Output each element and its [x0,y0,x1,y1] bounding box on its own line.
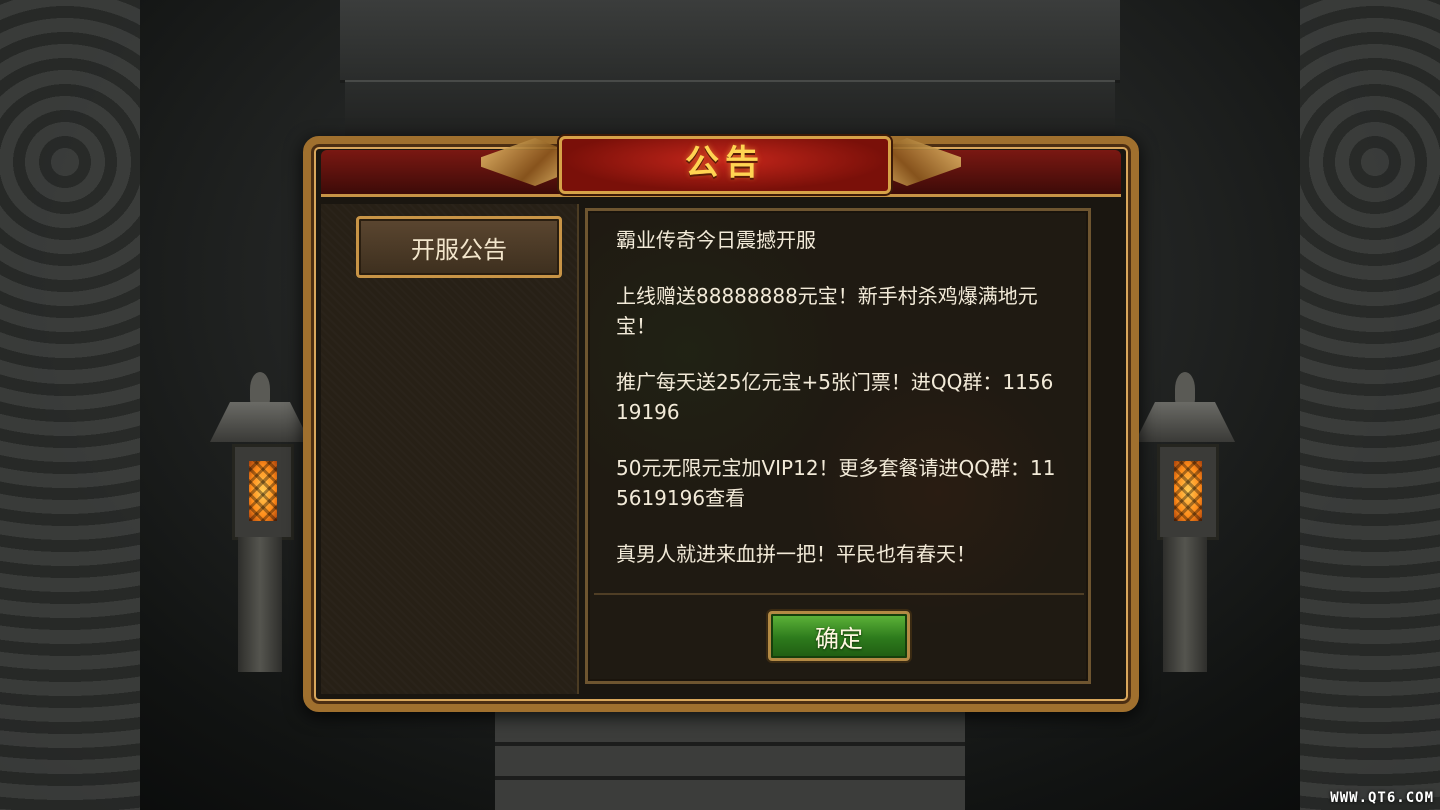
temple-roof [340,0,1120,83]
lantern-cap [1135,402,1235,442]
notice-text-scroll[interactable]: 霸业传奇今日震撼开服 上线赠送88888888元宝！新手村杀鸡爆满地元宝！ 推广… [616,225,1062,577]
notice-divider [594,593,1084,595]
notice-content-panel: 霸业传奇今日震撼开服 上线赠送88888888元宝！新手村杀鸡爆满地元宝！ 推广… [585,208,1091,684]
stone-stairs [495,712,965,810]
temple-beam [345,80,1115,142]
lantern-finial [1175,372,1195,406]
lantern-base [238,537,282,672]
stone-lantern-left [210,372,310,672]
dialog-title: 公告 [685,143,765,183]
notice-line: 50元无限元宝加VIP12！更多套餐请进QQ群：115619196查看 [616,456,1056,510]
announcement-dialog: 公告 开服公告 霸业传奇今日震撼开服 上线赠送88888888元宝！新手村杀鸡爆… [303,136,1139,712]
lantern-glow [249,461,277,521]
game-scene: 公告 开服公告 霸业传奇今日震撼开服 上线赠送88888888元宝！新手村杀鸡爆… [0,0,1440,810]
dragon-pillar-left [0,0,140,810]
lantern-box [232,444,294,540]
stone-lantern-right [1135,372,1235,672]
lantern-base [1163,537,1207,672]
site-watermark: WWW.QT6.COM [1330,790,1434,806]
lantern-finial [250,372,270,406]
lantern-box [1157,444,1219,540]
title-plate: 公告 [559,136,891,194]
notice-line: 推广每天送25亿元宝+5张门票！进QQ群：115619196 [616,370,1054,424]
notice-line: 霸业传奇今日震撼开服 [616,228,816,252]
lantern-cap [210,402,310,442]
lantern-glow [1174,461,1202,521]
dragon-pillar-right [1300,0,1440,810]
tab-panel: 开服公告 [321,204,579,694]
notice-line: 真男人就进来血拼一把！平民也有春天！ [616,542,976,566]
tab-server-open-notice[interactable]: 开服公告 [356,216,562,278]
notice-line: 上线赠送88888888元宝！新手村杀鸡爆满地元宝！ [616,284,1038,338]
confirm-button[interactable]: 确定 [768,611,910,661]
